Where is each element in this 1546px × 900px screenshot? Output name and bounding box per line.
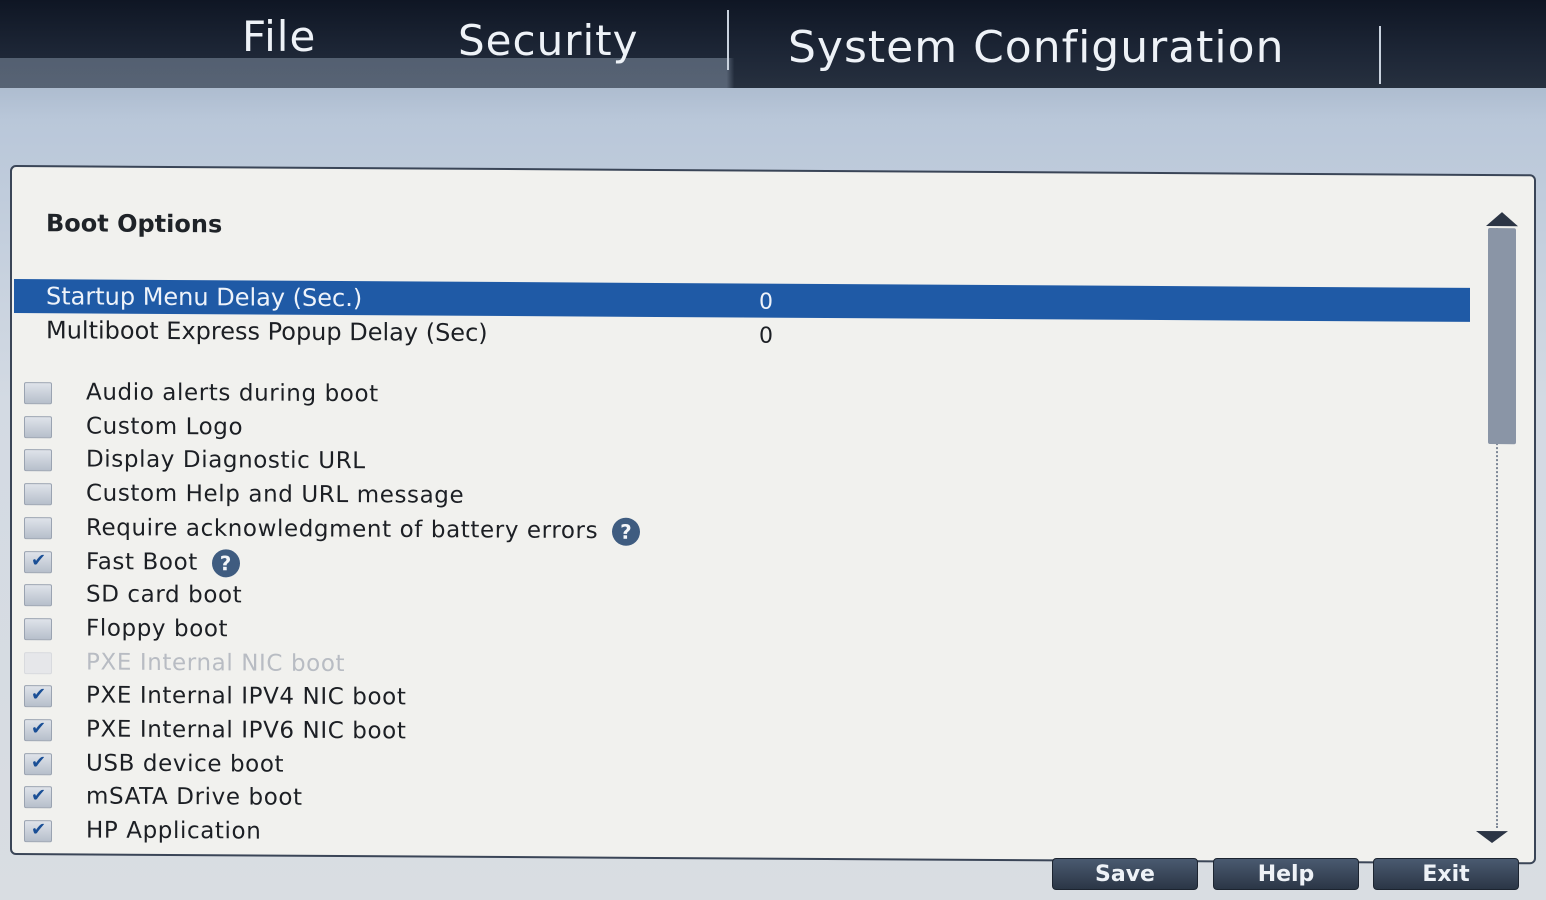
boot-option-label: Floppy boot bbox=[86, 615, 228, 642]
boot-option-text: Custom Logo bbox=[86, 413, 244, 441]
boot-option-text: Audio alerts during boot bbox=[86, 379, 379, 408]
boot-option-label: mSATA Drive boot bbox=[86, 783, 303, 810]
boot-option-label: Custom Help and URL message bbox=[86, 480, 464, 508]
boot-option-label: Custom Logo bbox=[86, 413, 243, 440]
boot-option-label: PXE Internal IPV6 NIC boot bbox=[86, 716, 406, 744]
menu-security[interactable]: Security bbox=[458, 16, 638, 65]
scrollbar-thumb[interactable] bbox=[1488, 228, 1516, 445]
checkbox-checked[interactable] bbox=[24, 719, 52, 742]
checkbox-checked[interactable] bbox=[24, 820, 52, 843]
setting-value[interactable]: 0 bbox=[759, 324, 773, 349]
checkbox-checked[interactable] bbox=[24, 753, 52, 776]
boot-option-label: Audio alerts during boot bbox=[86, 379, 379, 407]
checkbox[interactable] bbox=[24, 517, 52, 540]
boot-option-label: PXE Internal IPV4 NIC boot bbox=[86, 682, 406, 710]
boot-option-row[interactable]: HP Application bbox=[24, 817, 1424, 858]
boot-option-text: Fast Boot bbox=[86, 548, 198, 576]
checkbox[interactable] bbox=[24, 449, 52, 472]
menu-file[interactable]: File bbox=[242, 12, 316, 61]
boot-option-label: HP Application bbox=[86, 817, 261, 844]
boot-options-panel: Boot Options Startup Menu Delay (Sec.) 0… bbox=[10, 165, 1536, 865]
boot-options-list: Audio alerts during boot Custom Logo Displ… bbox=[12, 167, 1534, 845]
boot-option-text: USB device boot bbox=[86, 750, 285, 778]
checkbox-checked[interactable] bbox=[24, 685, 52, 708]
setting-label: Multiboot Express Popup Delay (Sec) bbox=[46, 316, 488, 347]
help-question-icon[interactable]: ? bbox=[211, 549, 240, 578]
boot-option-text: Custom Help and URL message bbox=[86, 480, 465, 509]
boot-option-text: PXE Internal NIC boot bbox=[86, 649, 346, 678]
scroll-down-arrow-icon[interactable] bbox=[1476, 830, 1508, 844]
menubar-shade bbox=[0, 58, 1546, 88]
scroll-up-arrow-icon[interactable] bbox=[1486, 212, 1518, 227]
boot-option-text: Display Diagnostic URL bbox=[86, 446, 366, 475]
menu-divider bbox=[1379, 26, 1381, 84]
checkbox[interactable] bbox=[24, 382, 52, 405]
checkbox[interactable] bbox=[24, 483, 52, 506]
help-button[interactable]: Help bbox=[1213, 858, 1359, 890]
boot-option-text: PXE Internal IPV6 NIC boot bbox=[86, 716, 407, 745]
boot-option-text: PXE Internal IPV4 NIC boot bbox=[86, 682, 407, 711]
exit-button[interactable]: Exit bbox=[1373, 858, 1519, 890]
boot-option-label: USB device boot bbox=[86, 750, 284, 777]
section-title: Boot Options bbox=[46, 209, 223, 239]
boot-option-text: HP Application bbox=[86, 817, 262, 845]
setting-value[interactable]: 0 bbox=[759, 290, 773, 315]
checkbox[interactable] bbox=[24, 416, 52, 439]
boot-option-text: mSATA Drive boot bbox=[86, 783, 303, 811]
boot-option-label: PXE Internal NIC boot bbox=[86, 649, 345, 677]
checkbox bbox=[24, 652, 52, 675]
top-menu-bar: File Security System Configuration bbox=[0, 0, 1546, 88]
boot-option-text: Floppy boot bbox=[86, 615, 229, 643]
checkbox[interactable] bbox=[24, 584, 52, 607]
boot-option-label: Fast Boot? bbox=[86, 548, 240, 578]
save-button[interactable]: Save bbox=[1052, 858, 1198, 890]
menu-divider bbox=[727, 10, 729, 70]
checkbox[interactable] bbox=[24, 618, 52, 641]
checkbox-checked[interactable] bbox=[24, 551, 52, 574]
boot-option-text: SD card boot bbox=[86, 581, 243, 609]
menu-system-configuration[interactable]: System Configuration bbox=[788, 22, 1284, 73]
boot-option-text: Require acknowledgment of battery errors bbox=[86, 514, 599, 545]
boot-option-label: SD card boot bbox=[86, 581, 242, 608]
help-question-icon[interactable]: ? bbox=[612, 517, 641, 546]
boot-option-label: Require acknowledgment of battery errors… bbox=[86, 514, 641, 546]
setting-label: Startup Menu Delay (Sec.) bbox=[46, 282, 363, 313]
checkbox-checked[interactable] bbox=[24, 786, 52, 809]
boot-option-label: Display Diagnostic URL bbox=[86, 446, 366, 474]
